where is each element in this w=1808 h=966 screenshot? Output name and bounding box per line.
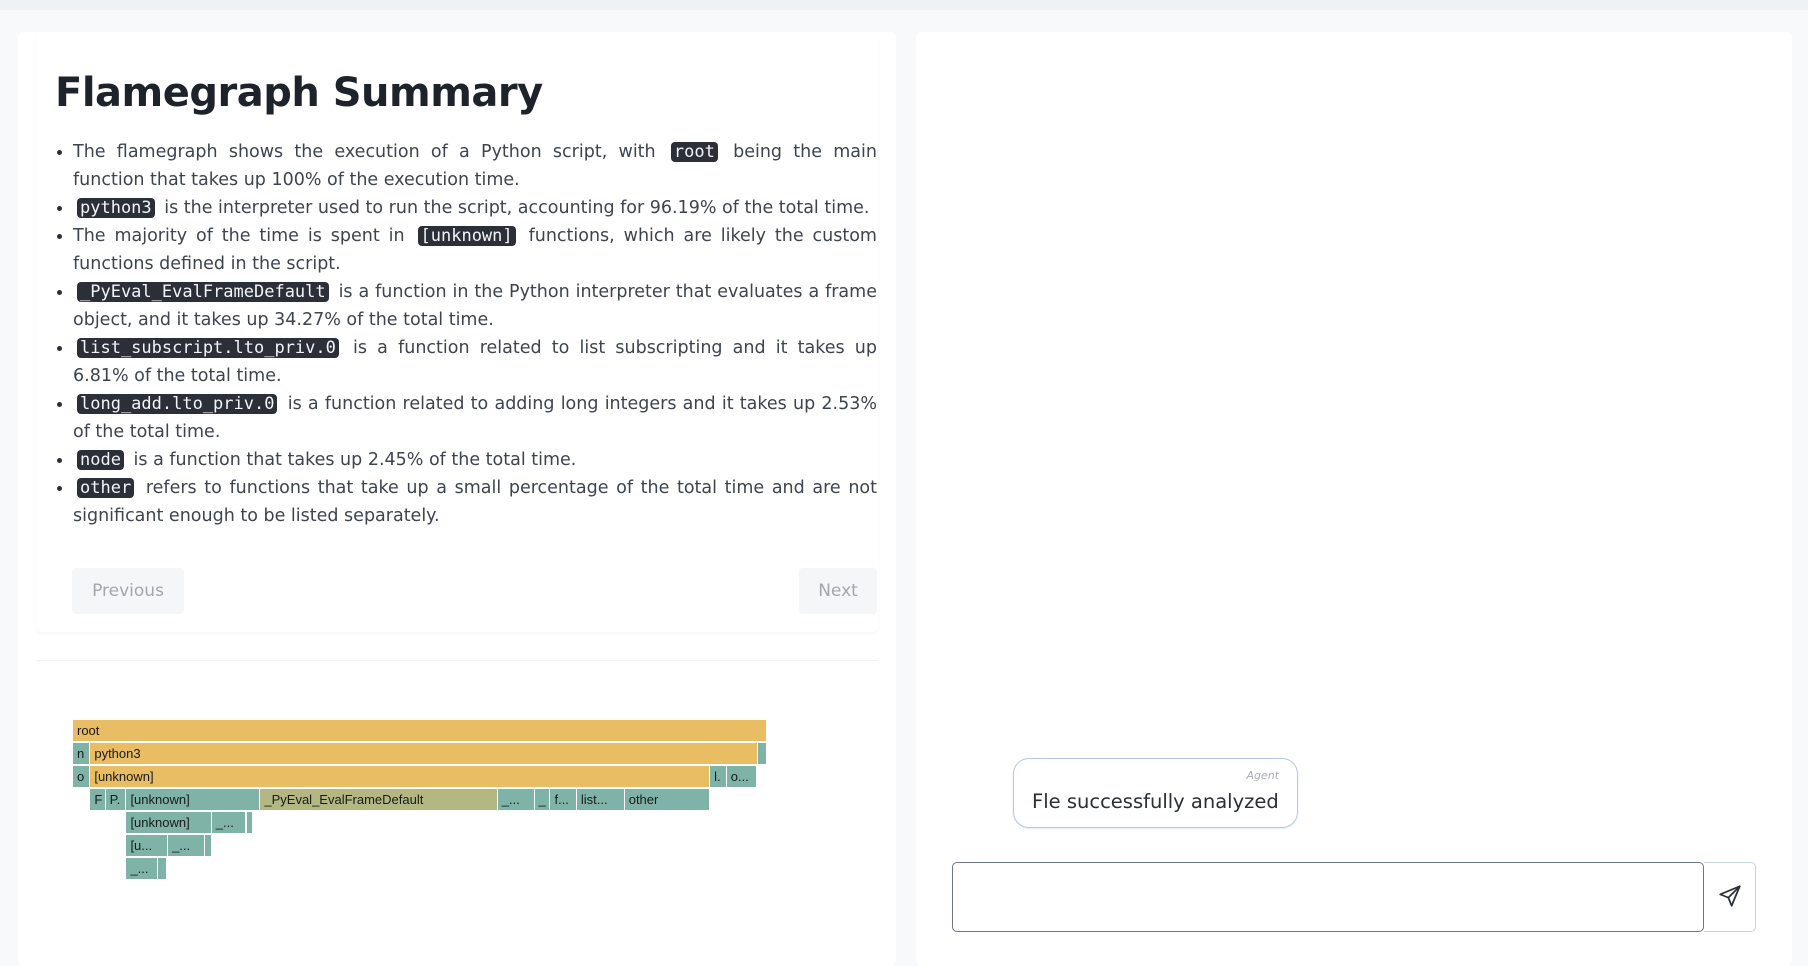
flamegraph-frame[interactable]: _... (168, 835, 205, 856)
summary-text: The majority of the time is spent in (73, 226, 405, 246)
summary-item: other refers to functions that take up a… (55, 474, 877, 530)
summary-text: is the interpreter used to run the scrip… (164, 198, 870, 218)
function-code: root (670, 142, 718, 162)
flamegraph-frame[interactable]: o... (726, 766, 757, 787)
flamegraph-frame[interactable]: l. (710, 766, 727, 787)
left-panel: Flamegraph Summary The flamegraph shows … (18, 32, 896, 966)
function-code: list_subscript.lto_priv.0 (77, 338, 339, 358)
summary-item: The flamegraph shows the execution of a … (55, 138, 877, 194)
flamegraph-frame[interactable]: [unknown] (126, 789, 261, 810)
flamegraph-frame[interactable]: _... (497, 789, 535, 810)
summary-item: python3 is the interpreter used to run t… (55, 194, 877, 222)
summary-item: long_add.lto_priv.0 is a function relate… (55, 390, 877, 446)
flamegraph-frame[interactable]: n (73, 743, 91, 764)
flamegraph-frame[interactable]: f... (550, 789, 577, 810)
summary-text: is a function that takes up 2.45% of the… (133, 450, 577, 470)
flamegraph-frame[interactable] (158, 858, 167, 879)
flamegraph-frame[interactable] (246, 812, 254, 833)
function-code: [unknown] (417, 226, 516, 246)
agent-message-bubble: Agent Fle successfully analyzed (1013, 758, 1298, 828)
function-code: _PyEval_EvalFrameDefault (77, 282, 329, 302)
chat-panel: Agent Fle successfully analyzed (916, 32, 1792, 966)
divider (36, 660, 878, 661)
summary-list: The flamegraph shows the execution of a … (55, 138, 877, 530)
flamegraph-frame[interactable]: _... (211, 812, 247, 833)
flamegraph-frame[interactable]: _ (534, 789, 551, 810)
top-bar (0, 0, 1808, 10)
flamegraph-frame[interactable]: list... (576, 789, 625, 810)
message-role: Agent (1246, 769, 1279, 782)
function-code: other (77, 478, 135, 498)
flamegraph-frame[interactable]: root (73, 720, 767, 741)
flamegraph-frame[interactable]: _... (126, 858, 159, 879)
send-button[interactable] (1704, 862, 1756, 932)
flamegraph-frame[interactable]: python3 (90, 743, 758, 764)
summary-item: node is a function that takes up 2.45% o… (55, 446, 877, 474)
summary-item: The majority of the time is spent in [un… (55, 222, 877, 278)
summary-item: list_subscript.lto_priv.0 is a function … (55, 334, 877, 390)
function-code: node (77, 450, 124, 470)
chat-input[interactable] (952, 862, 1704, 932)
summary-text: The flamegraph shows the execution of a … (73, 142, 656, 162)
flamegraph-frame[interactable]: [unknown] (126, 812, 212, 833)
function-code: long_add.lto_priv.0 (77, 394, 278, 414)
message-text: Fle successfully analyzed (1032, 790, 1279, 813)
send-icon (1717, 883, 1743, 912)
flamegraph-frame[interactable]: F (90, 789, 106, 810)
flamegraph-frame[interactable] (204, 835, 212, 856)
next-button[interactable]: Next (799, 568, 877, 614)
summary-item: _PyEval_EvalFrameDefault is a function i… (55, 278, 877, 334)
flamegraph-frame[interactable]: P. (105, 789, 127, 810)
flamegraph-frame[interactable]: other (624, 789, 711, 810)
flamegraph-frame[interactable]: [u... (126, 835, 169, 856)
summary-title: Flamegraph Summary (55, 70, 543, 116)
flamegraph-frame[interactable]: _PyEval_EvalFrameDefault (260, 789, 498, 810)
previous-button[interactable]: Previous (72, 568, 184, 614)
function-code: python3 (77, 198, 155, 218)
flamegraph-frame[interactable]: o (73, 766, 91, 787)
flamegraph-frame[interactable] (757, 743, 767, 764)
summary-card: Flamegraph Summary The flamegraph shows … (36, 32, 878, 632)
flamegraph[interactable]: root n python3 o [unknown] l. o... F P. [unknown]… (73, 720, 773, 886)
flamegraph-frame[interactable]: [unknown] (90, 766, 711, 787)
summary-text: refers to functions that take up a small… (73, 478, 877, 526)
